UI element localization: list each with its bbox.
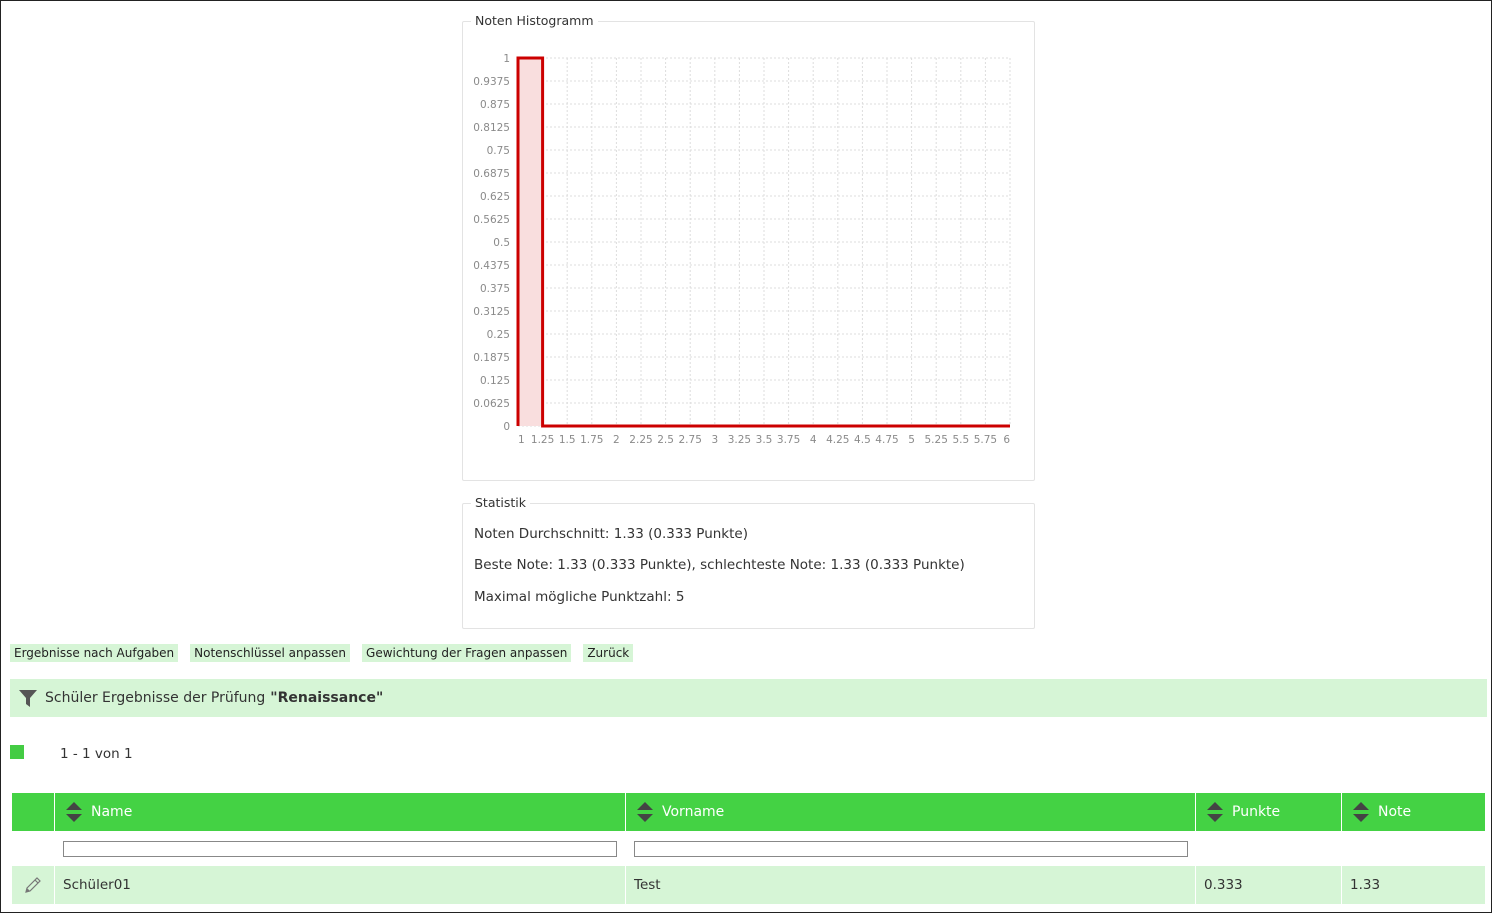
x-tick-label: 1.75 — [580, 434, 603, 446]
column-label: Name — [91, 804, 133, 820]
filter-spacer — [12, 831, 55, 866]
cell-punkte: 0.333 — [1196, 866, 1342, 904]
cell-name: Schüler01 — [55, 866, 626, 904]
y-tick-label: 0.25 — [487, 329, 510, 341]
y-tick-label: 0.9375 — [473, 76, 510, 88]
name-filter-input[interactable] — [63, 840, 617, 857]
y-tick-label: 0.75 — [487, 145, 510, 157]
vorname-filter-input[interactable] — [634, 840, 1188, 857]
x-tick-label: 5.25 — [925, 434, 948, 446]
y-tick-label: 0.8125 — [473, 122, 510, 134]
column-header-punkte[interactable]: Punkte — [1196, 793, 1342, 831]
column-header-name[interactable]: Name — [55, 793, 626, 831]
statistics-legend: Statistik — [471, 495, 530, 510]
y-tick-label: 1 — [503, 53, 510, 65]
sort-icon[interactable] — [1352, 801, 1370, 823]
results-by-task-button[interactable]: Ergebnisse nach Aufgaben — [10, 644, 179, 662]
x-tick-label: 6 — [1003, 434, 1010, 446]
histogram-panel: Noten Histogramm 0 0.0625 0.125 0.1875 0.25 0… — [462, 13, 1035, 481]
y-tick-label: 0.6875 — [473, 168, 510, 180]
max-points: Maximal mögliche Punktzahl: 5 — [474, 589, 685, 605]
y-tick-label: 0.0625 — [473, 398, 510, 410]
y-tick-label: 0.3125 — [473, 306, 510, 318]
y-tick-label: 0.4375 — [473, 260, 510, 272]
grade-average: Noten Durchschnitt: 1.33 (0.333 Punkte) — [474, 526, 748, 542]
filter-cell-vorname — [626, 831, 1196, 866]
cell-vorname: Test — [626, 866, 1196, 904]
table-row[interactable]: Schüler01 Test 0.333 1.33 — [12, 866, 1485, 904]
cell-note: 1.33 — [1350, 877, 1381, 893]
x-tick-label: 3 — [711, 434, 718, 446]
x-tick-label: 3.5 — [756, 434, 773, 446]
column-header-note[interactable]: Note — [1342, 793, 1485, 831]
y-tick-label: 0.5 — [493, 237, 510, 249]
x-tick-label: 5 — [908, 434, 915, 446]
x-tick-label: 2.5 — [657, 434, 674, 446]
table-filter-row — [12, 831, 1485, 866]
x-tick-label: 2.25 — [629, 434, 652, 446]
sort-icon[interactable] — [636, 801, 654, 823]
x-tick-label: 2.75 — [679, 434, 702, 446]
panel-title: Schüler Ergebnisse der Prüfung — [45, 690, 266, 706]
column-label: Note — [1378, 804, 1412, 820]
column-label: Vorname — [662, 804, 725, 820]
pencil-icon[interactable] — [22, 874, 44, 896]
y-tick-label: 0 — [503, 421, 510, 433]
filter-spacer — [1342, 831, 1485, 866]
y-tick-label: 0.625 — [480, 191, 510, 203]
table-header-row: Name Vorname Punkte Note — [12, 793, 1485, 831]
x-tick-label: 4.25 — [826, 434, 849, 446]
back-button[interactable]: Zurück — [583, 644, 634, 662]
y-tick-label: 0.875 — [480, 99, 510, 111]
filter-icon[interactable] — [18, 688, 38, 708]
action-buttons: Ergebnisse nach Aufgaben Notenschlüssel … — [10, 644, 634, 662]
histogram-chart: 0 0.0625 0.125 0.1875 0.25 0.3125 0.375 0.4375 0… — [473, 53, 1011, 446]
x-tick-label: 3.25 — [728, 434, 751, 446]
x-tick-label: 4.75 — [875, 434, 898, 446]
pager-range: 1 - 1 von 1 — [60, 746, 133, 762]
x-tick-label: 1 — [518, 434, 525, 446]
column-header-vorname[interactable]: Vorname — [626, 793, 1196, 831]
column-label: Punkte — [1232, 804, 1281, 820]
weighting-button[interactable]: Gewichtung der Fragen anpassen — [362, 644, 572, 662]
exam-name: "Renaissance" — [270, 690, 384, 706]
x-tick-label: 4 — [810, 434, 817, 446]
y-tick-label: 0.125 — [480, 375, 510, 387]
sort-icon[interactable] — [65, 801, 83, 823]
sort-icon[interactable] — [1206, 801, 1224, 823]
x-tick-label: 3.75 — [777, 434, 800, 446]
x-tick-label: 5.75 — [974, 434, 997, 446]
y-tick-label: 0.5625 — [473, 214, 510, 226]
best-worst-grade: Beste Note: 1.33 (0.333 Punkte), schlech… — [474, 557, 965, 573]
status-square — [10, 745, 24, 759]
x-tick-label: 2 — [613, 434, 620, 446]
grade-key-button[interactable]: Notenschlüssel anpassen — [190, 644, 351, 662]
x-tick-label: 4.5 — [854, 434, 871, 446]
x-tick-label: 5.5 — [952, 434, 969, 446]
filter-cell-name — [55, 831, 626, 866]
header-edit-column — [12, 793, 55, 831]
filter-spacer — [1196, 831, 1342, 866]
x-tick-label: 1.25 — [531, 434, 554, 446]
edit-cell — [12, 866, 55, 904]
y-tick-label: 0.375 — [480, 283, 510, 295]
results-panel-header: Schüler Ergebnisse der Prüfung "Renaissa… — [10, 679, 1487, 717]
x-tick-label: 1.5 — [559, 434, 576, 446]
results-table: Name Vorname Punkte Note Schüler01 Test … — [12, 793, 1485, 904]
statistics-panel: Statistik Noten Durchschnitt: 1.33 (0.33… — [462, 495, 1035, 629]
y-tick-label: 0.1875 — [473, 352, 510, 364]
